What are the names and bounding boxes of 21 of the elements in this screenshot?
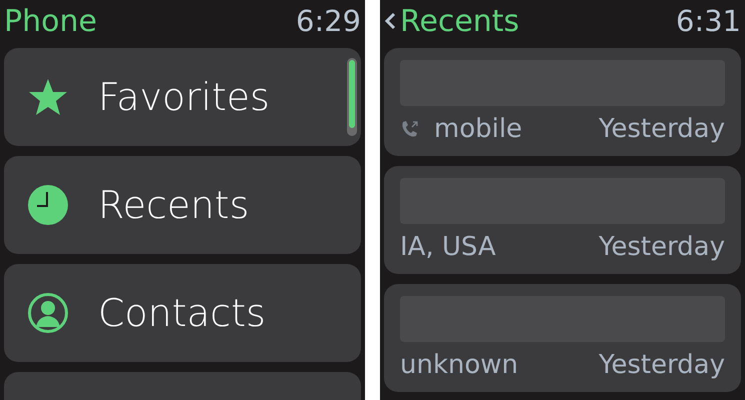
call-detail: mobile <box>434 114 522 144</box>
screen-title: Recents <box>400 4 520 38</box>
call-entry[interactable]: unknown Yesterday <box>384 284 741 392</box>
call-date: Yesterday <box>598 232 725 262</box>
menu-item[interactable]: Contacts <box>4 264 361 362</box>
back-chevron-icon[interactable] <box>384 11 396 31</box>
call-detail: IA, USA <box>400 232 496 262</box>
menu-item[interactable]: Recents <box>4 156 361 254</box>
clock-icon <box>28 185 68 225</box>
clock-time: 6:29 <box>296 4 361 38</box>
star-icon <box>28 77 68 117</box>
call-entry[interactable]: mobile Yesterday <box>384 48 741 156</box>
contact-icon <box>28 293 68 333</box>
call-detail: unknown <box>400 350 518 380</box>
call-entry[interactable]: IA, USA Yesterday <box>384 166 741 274</box>
call-date: Yesterday <box>598 114 725 144</box>
screen-title: Phone <box>4 4 97 38</box>
menu-item[interactable]: Favorites <box>4 48 361 146</box>
outgoing-call-icon <box>400 119 420 139</box>
clock-time: 6:31 <box>676 4 741 38</box>
call-date: Yesterday <box>598 350 725 380</box>
